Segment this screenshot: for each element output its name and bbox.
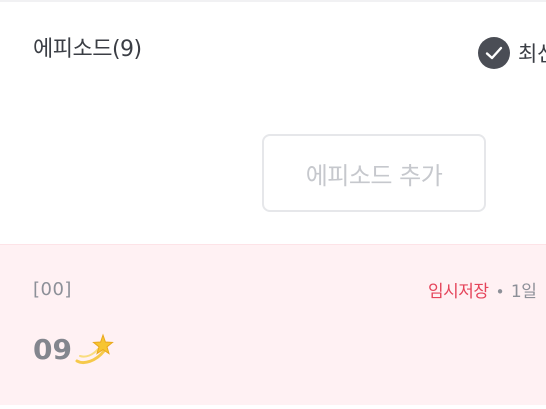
meta-separator: • <box>495 283 505 301</box>
episode-number: [00] <box>33 279 72 300</box>
top-divider <box>0 0 546 2</box>
add-episode-button[interactable]: 에피소드 추가 <box>262 134 486 212</box>
draft-status-badge: 임시저장 <box>428 282 489 302</box>
dizzy-sparkle-icon <box>74 331 114 367</box>
episode-title: 09 <box>33 331 114 367</box>
episode-time: 1일 <box>510 282 537 302</box>
episode-title-text: 09 <box>33 332 72 366</box>
check-circle-icon <box>478 37 510 69</box>
sort-latest-label: 최신 <box>518 42 546 66</box>
episode-manager-page: 에피소드(9) 최신 에피소드 추가 [00] 임시저장 • 1일 09 <box>0 0 546 409</box>
episode-list-item[interactable]: [00] 임시저장 • 1일 09 <box>0 244 546 405</box>
episodes-section-title: 에피소드(9) <box>33 37 142 62</box>
sort-latest-option[interactable]: 최신 <box>478 37 546 69</box>
episode-meta: 임시저장 • 1일 <box>428 277 537 302</box>
